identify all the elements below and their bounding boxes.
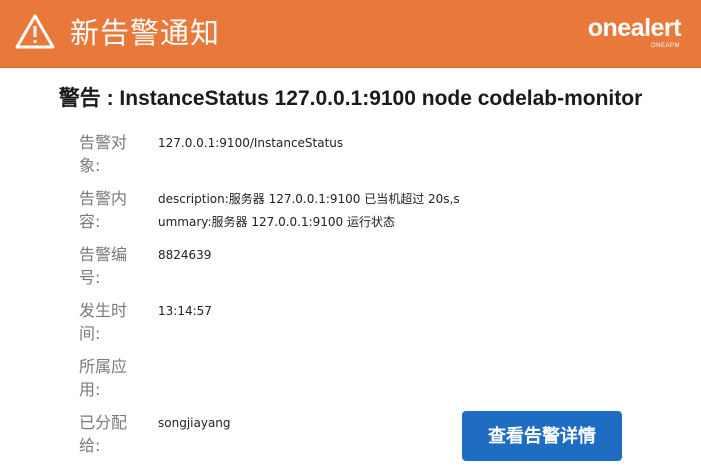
time-label: 发生时间: bbox=[79, 301, 128, 343]
header-bar: 新告警通知 onealert ONEAPM bbox=[0, 0, 701, 68]
logo-text: onealert bbox=[587, 14, 682, 42]
target-label: 告警对象: bbox=[79, 133, 128, 175]
number-value: 8824639 bbox=[158, 248, 212, 262]
header-title: 新告警通知 bbox=[70, 16, 221, 50]
number-label: 告警编号: bbox=[79, 245, 128, 287]
content-value-line2: ummary:服务器 127.0.0.1:9100 运行状态 bbox=[158, 215, 396, 229]
assignee-label: 已分配给: bbox=[79, 413, 128, 455]
logo-subtext: ONEAPM bbox=[650, 43, 680, 49]
app-label: 所属应用: bbox=[79, 357, 128, 399]
content-label: 告警内容: bbox=[79, 189, 128, 231]
onealert-logo: onealert ONEAPM bbox=[581, 14, 682, 54]
alert-notification: 新告警通知 onealert ONEAPM 警告 : InstanceStatu… bbox=[0, 0, 701, 470]
assignee-value: songjiayang bbox=[158, 416, 231, 430]
time-value: 13:14:57 bbox=[158, 304, 212, 318]
target-value: 127.0.0.1:9100/InstanceStatus bbox=[158, 136, 344, 150]
view-alert-details-button[interactable]: 查看告警详情 bbox=[462, 411, 622, 461]
alert-title: 警告 : InstanceStatus 127.0.0.1:9100 node … bbox=[58, 87, 643, 110]
content-value-line1: description:服务器 127.0.0.1:9100 已当机超过 20s… bbox=[158, 192, 460, 206]
warning-triangle-icon bbox=[15, 14, 55, 49]
